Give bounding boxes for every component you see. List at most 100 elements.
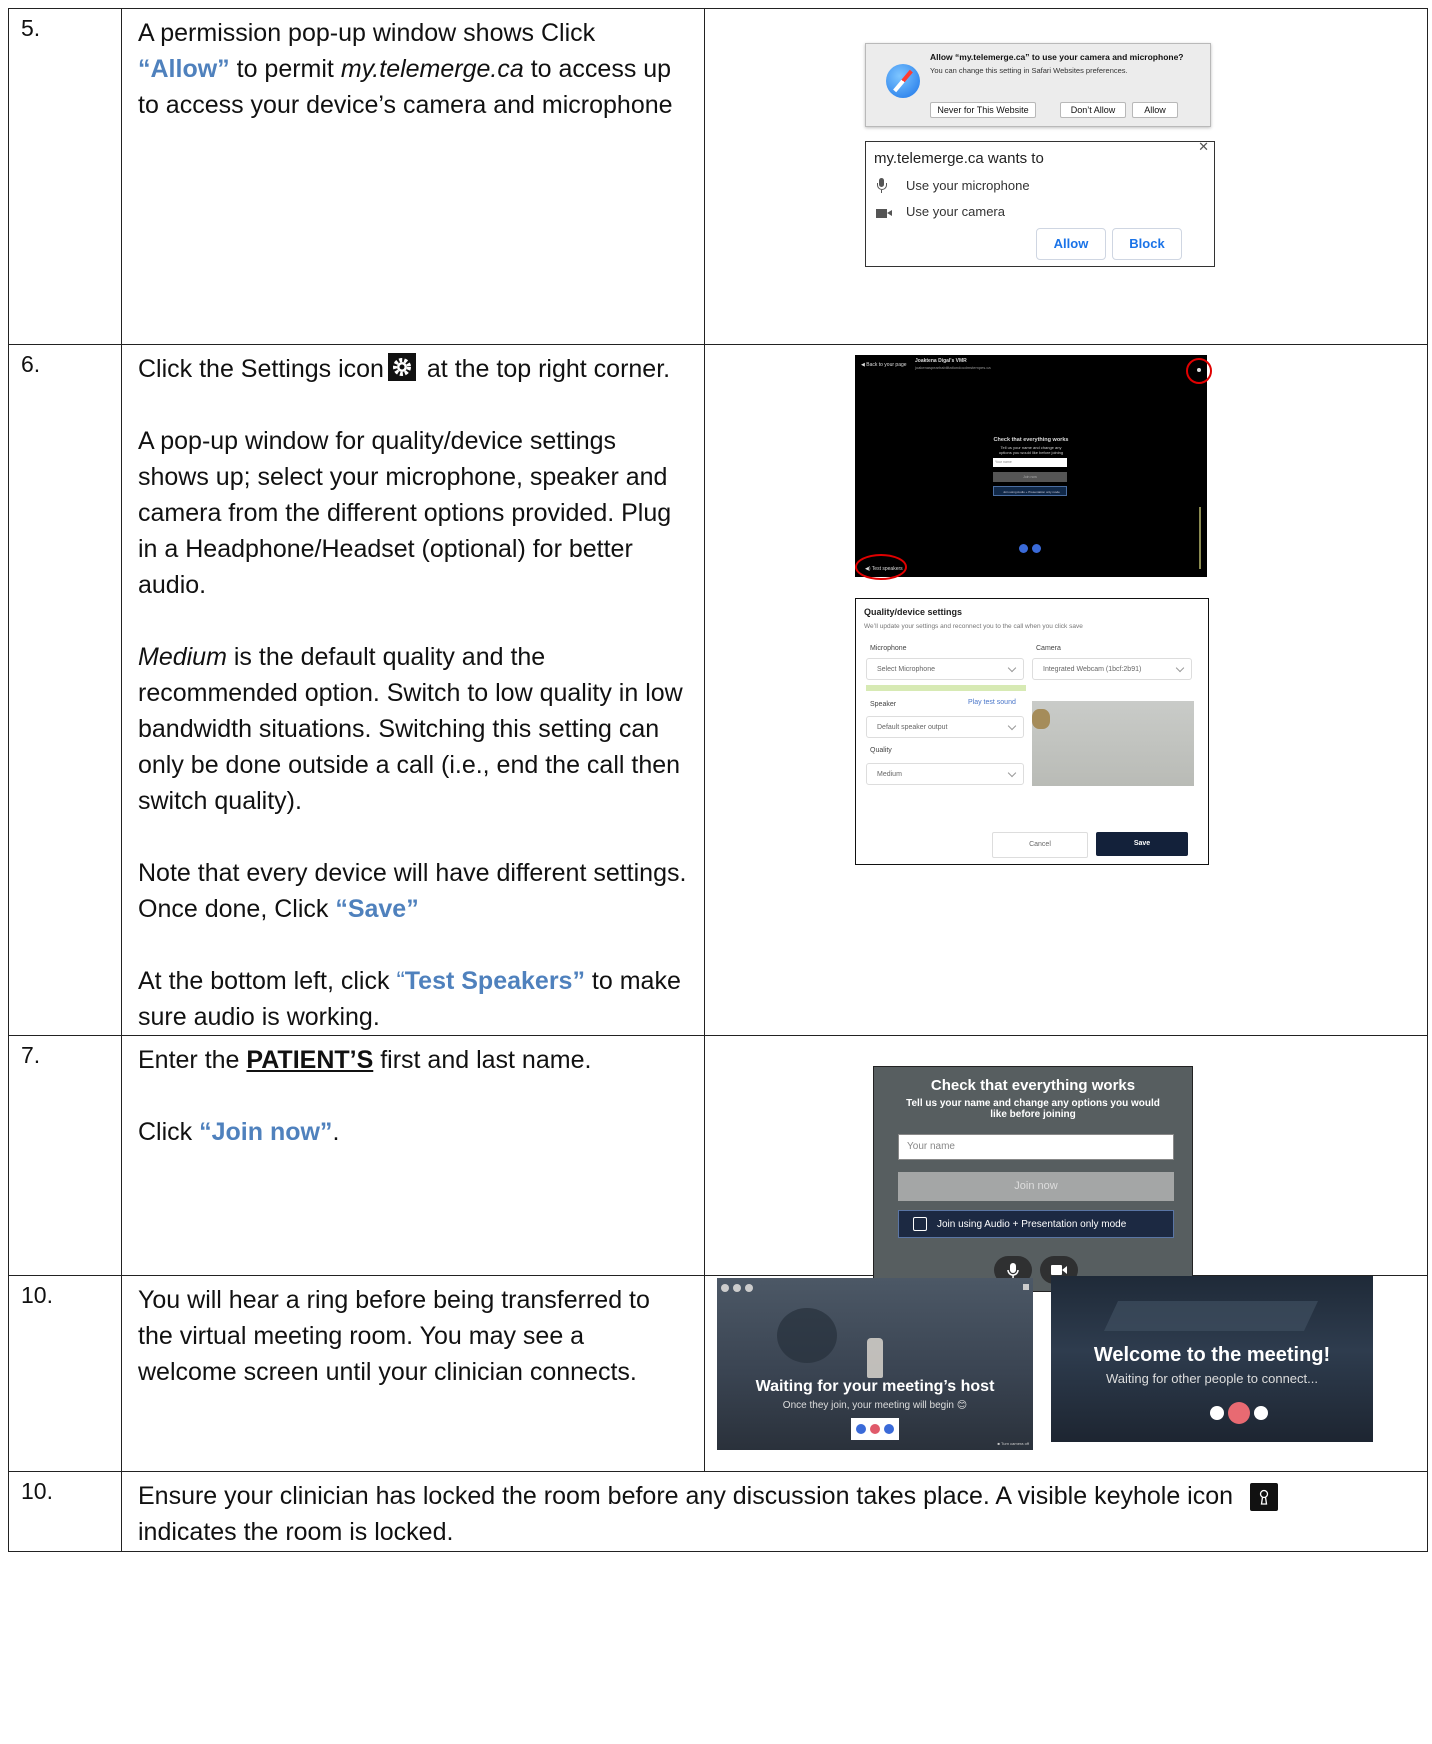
- camera-button[interactable]: [884, 1424, 894, 1434]
- audio-mode-checkbox[interactable]: Join using Audio + Presentation only mod…: [993, 486, 1067, 496]
- select-value: Default speaker output: [877, 724, 948, 731]
- step-text: You will hear a ring before being transf…: [121, 1275, 705, 1472]
- close-icon[interactable]: [1023, 1284, 1029, 1290]
- step-row-10a: 10. You will hear a ring before being tr…: [8, 1275, 1428, 1472]
- check-title: Check that everything works: [993, 437, 1069, 443]
- step-text: Click the Settings icon at the top right…: [121, 344, 705, 1036]
- menu-icon[interactable]: [745, 1284, 753, 1292]
- microphone-button[interactable]: [1019, 544, 1028, 553]
- chevron-down-icon: [1175, 663, 1185, 673]
- play-test-sound-link[interactable]: Play test sound: [968, 699, 1016, 706]
- screenshot-cell: Check that everything works Tell us your…: [704, 1035, 1428, 1292]
- prejoin-dark-screen: ◀ Back to your page Joaktena Digal's VMR…: [855, 355, 1212, 580]
- join-now-button[interactable]: Join now: [993, 472, 1067, 482]
- text-span: first and last name.: [373, 1046, 592, 1074]
- camera-toggle-label[interactable]: ■ Turn camera off: [998, 1441, 1029, 1446]
- call-controls: [851, 1418, 899, 1440]
- camera-preview: [1032, 701, 1194, 786]
- quality-device-settings-panel: Quality/device settings We’ll update you…: [855, 598, 1209, 865]
- text-span: A permission pop-up window shows Click: [138, 19, 596, 47]
- welcome-title: Welcome to the meeting!: [1093, 1344, 1331, 1366]
- room-email: joakenaspearhabilitationdocdmstempes.ca: [915, 365, 991, 370]
- welcome-subtitle: Waiting for other people to connect...: [1106, 1371, 1318, 1386]
- step-number: 5.: [8, 8, 122, 345]
- step-number: 10.: [8, 1275, 122, 1472]
- camera-button[interactable]: [1254, 1406, 1268, 1420]
- screenshot-cell: ◀ Back to your page Joaktena Digal's VMR…: [704, 344, 1428, 1036]
- text-span: Click: [138, 1118, 200, 1146]
- microphone-button[interactable]: [856, 1424, 866, 1434]
- use-camera-label: Use your camera: [906, 204, 1005, 219]
- text-span: indicates the room is locked.: [138, 1518, 454, 1546]
- join-now-button[interactable]: Join now: [898, 1172, 1174, 1201]
- quality-label: Quality: [870, 747, 892, 754]
- medium-emphasis: Medium: [138, 643, 227, 671]
- text-span: to permit: [229, 55, 341, 83]
- test-speakers-highlight-circle: [855, 554, 907, 580]
- audio-mode-option[interactable]: Join using Audio + Presentation only mod…: [898, 1210, 1174, 1238]
- safari-allow-button[interactable]: Allow: [1132, 102, 1178, 118]
- your-name-input[interactable]: Your name: [898, 1134, 1174, 1160]
- background-lamp: [777, 1308, 837, 1363]
- text-span: Ensure your clinician has locked the roo…: [138, 1482, 1240, 1510]
- waiting-for-host-screen: Waiting for your meeting’s host Once the…: [717, 1278, 1033, 1450]
- quality-select[interactable]: Medium: [866, 763, 1024, 785]
- save-button[interactable]: Save: [1096, 832, 1188, 856]
- chrome-block-button[interactable]: Block: [1112, 228, 1182, 260]
- select-value: Integrated Webcam (1bcf:2b91): [1043, 666, 1142, 673]
- settings-subtitle: We’ll update your settings and reconnect…: [864, 623, 1083, 630]
- microphone-label: Microphone: [870, 645, 907, 652]
- text-span: Enter the: [138, 1046, 247, 1074]
- chrome-allow-button[interactable]: Allow: [1036, 228, 1106, 260]
- camera-select[interactable]: Integrated Webcam (1bcf:2b91): [1032, 658, 1192, 680]
- microphone-button[interactable]: [1210, 1406, 1224, 1420]
- instructions-table: 5. A permission pop-up window shows Clic…: [8, 8, 1428, 1552]
- menu-icon[interactable]: [733, 1284, 741, 1292]
- chrome-permission-prompt: ✕ my.telemerge.ca wants to Use your micr…: [865, 139, 1215, 267]
- text-span: “: [396, 967, 405, 995]
- select-value: Select Microphone: [877, 666, 935, 673]
- chevron-down-icon: [1007, 721, 1017, 731]
- camera-label: Camera: [1036, 645, 1061, 652]
- safari-compass-icon: [886, 64, 920, 98]
- screenshot-cell: Allow “my.telemerge.ca” to use your came…: [704, 8, 1428, 345]
- background-table: [1104, 1301, 1318, 1331]
- site-name: my.telemerge.ca: [340, 55, 524, 83]
- microphone-level-bar: [866, 685, 1026, 691]
- select-value: Medium: [877, 771, 902, 778]
- hangup-button[interactable]: [1228, 1402, 1250, 1424]
- patient-emphasis: PATIENT’S: [246, 1046, 374, 1074]
- dont-allow-button[interactable]: Don’t Allow: [1060, 102, 1126, 118]
- hangup-button[interactable]: [870, 1424, 880, 1434]
- never-for-this-website-button[interactable]: Never for This Website: [930, 102, 1036, 118]
- camera-button[interactable]: [1032, 544, 1041, 553]
- step-row-5: 5. A permission pop-up window shows Clic…: [8, 8, 1428, 345]
- waiting-title: Waiting for your meeting’s host: [755, 1378, 995, 1395]
- save-highlight: “Save”: [335, 895, 419, 923]
- back-link[interactable]: ◀ Back to your page: [861, 362, 907, 368]
- step-row-7: 7. Enter the PATIENT’S first and last na…: [8, 1035, 1428, 1292]
- allow-highlight: “Allow”: [138, 55, 230, 83]
- text-span: .: [332, 1118, 340, 1146]
- use-microphone-label: Use your microphone: [906, 178, 1030, 193]
- camera-icon: [876, 208, 892, 218]
- room-name: Joaktena Digal's VMR: [915, 358, 967, 364]
- close-icon[interactable]: ✕: [1198, 139, 1209, 155]
- speaker-select[interactable]: Default speaker output: [866, 716, 1024, 738]
- step-text: Enter the PATIENT’S first and last name.…: [121, 1035, 705, 1276]
- screenshot-cell: Waiting for your meeting’s host Once the…: [704, 1275, 1428, 1472]
- welcome-screen: Welcome to the meeting! Waiting for othe…: [1051, 1276, 1373, 1442]
- check-subtitle: Tell us your name and change any options…: [998, 445, 1064, 455]
- text-span: Click the Settings icon: [138, 355, 384, 383]
- step-text: Ensure your clinician has locked the roo…: [121, 1471, 1428, 1552]
- settings-gear-icon: [387, 353, 416, 381]
- safari-permission-prompt: Allow “my.telemerge.ca” to use your came…: [865, 43, 1211, 127]
- paragraph: A pop-up window for quality/device setti…: [138, 427, 672, 599]
- cancel-button[interactable]: Cancel: [992, 832, 1088, 858]
- join-now-highlight: “Join now”: [199, 1118, 333, 1146]
- step-number: 7.: [8, 1035, 122, 1276]
- name-input[interactable]: Your name: [993, 458, 1067, 467]
- microphone-select[interactable]: Select Microphone: [866, 658, 1024, 680]
- menu-icon[interactable]: [721, 1284, 729, 1292]
- checkbox[interactable]: [913, 1217, 927, 1231]
